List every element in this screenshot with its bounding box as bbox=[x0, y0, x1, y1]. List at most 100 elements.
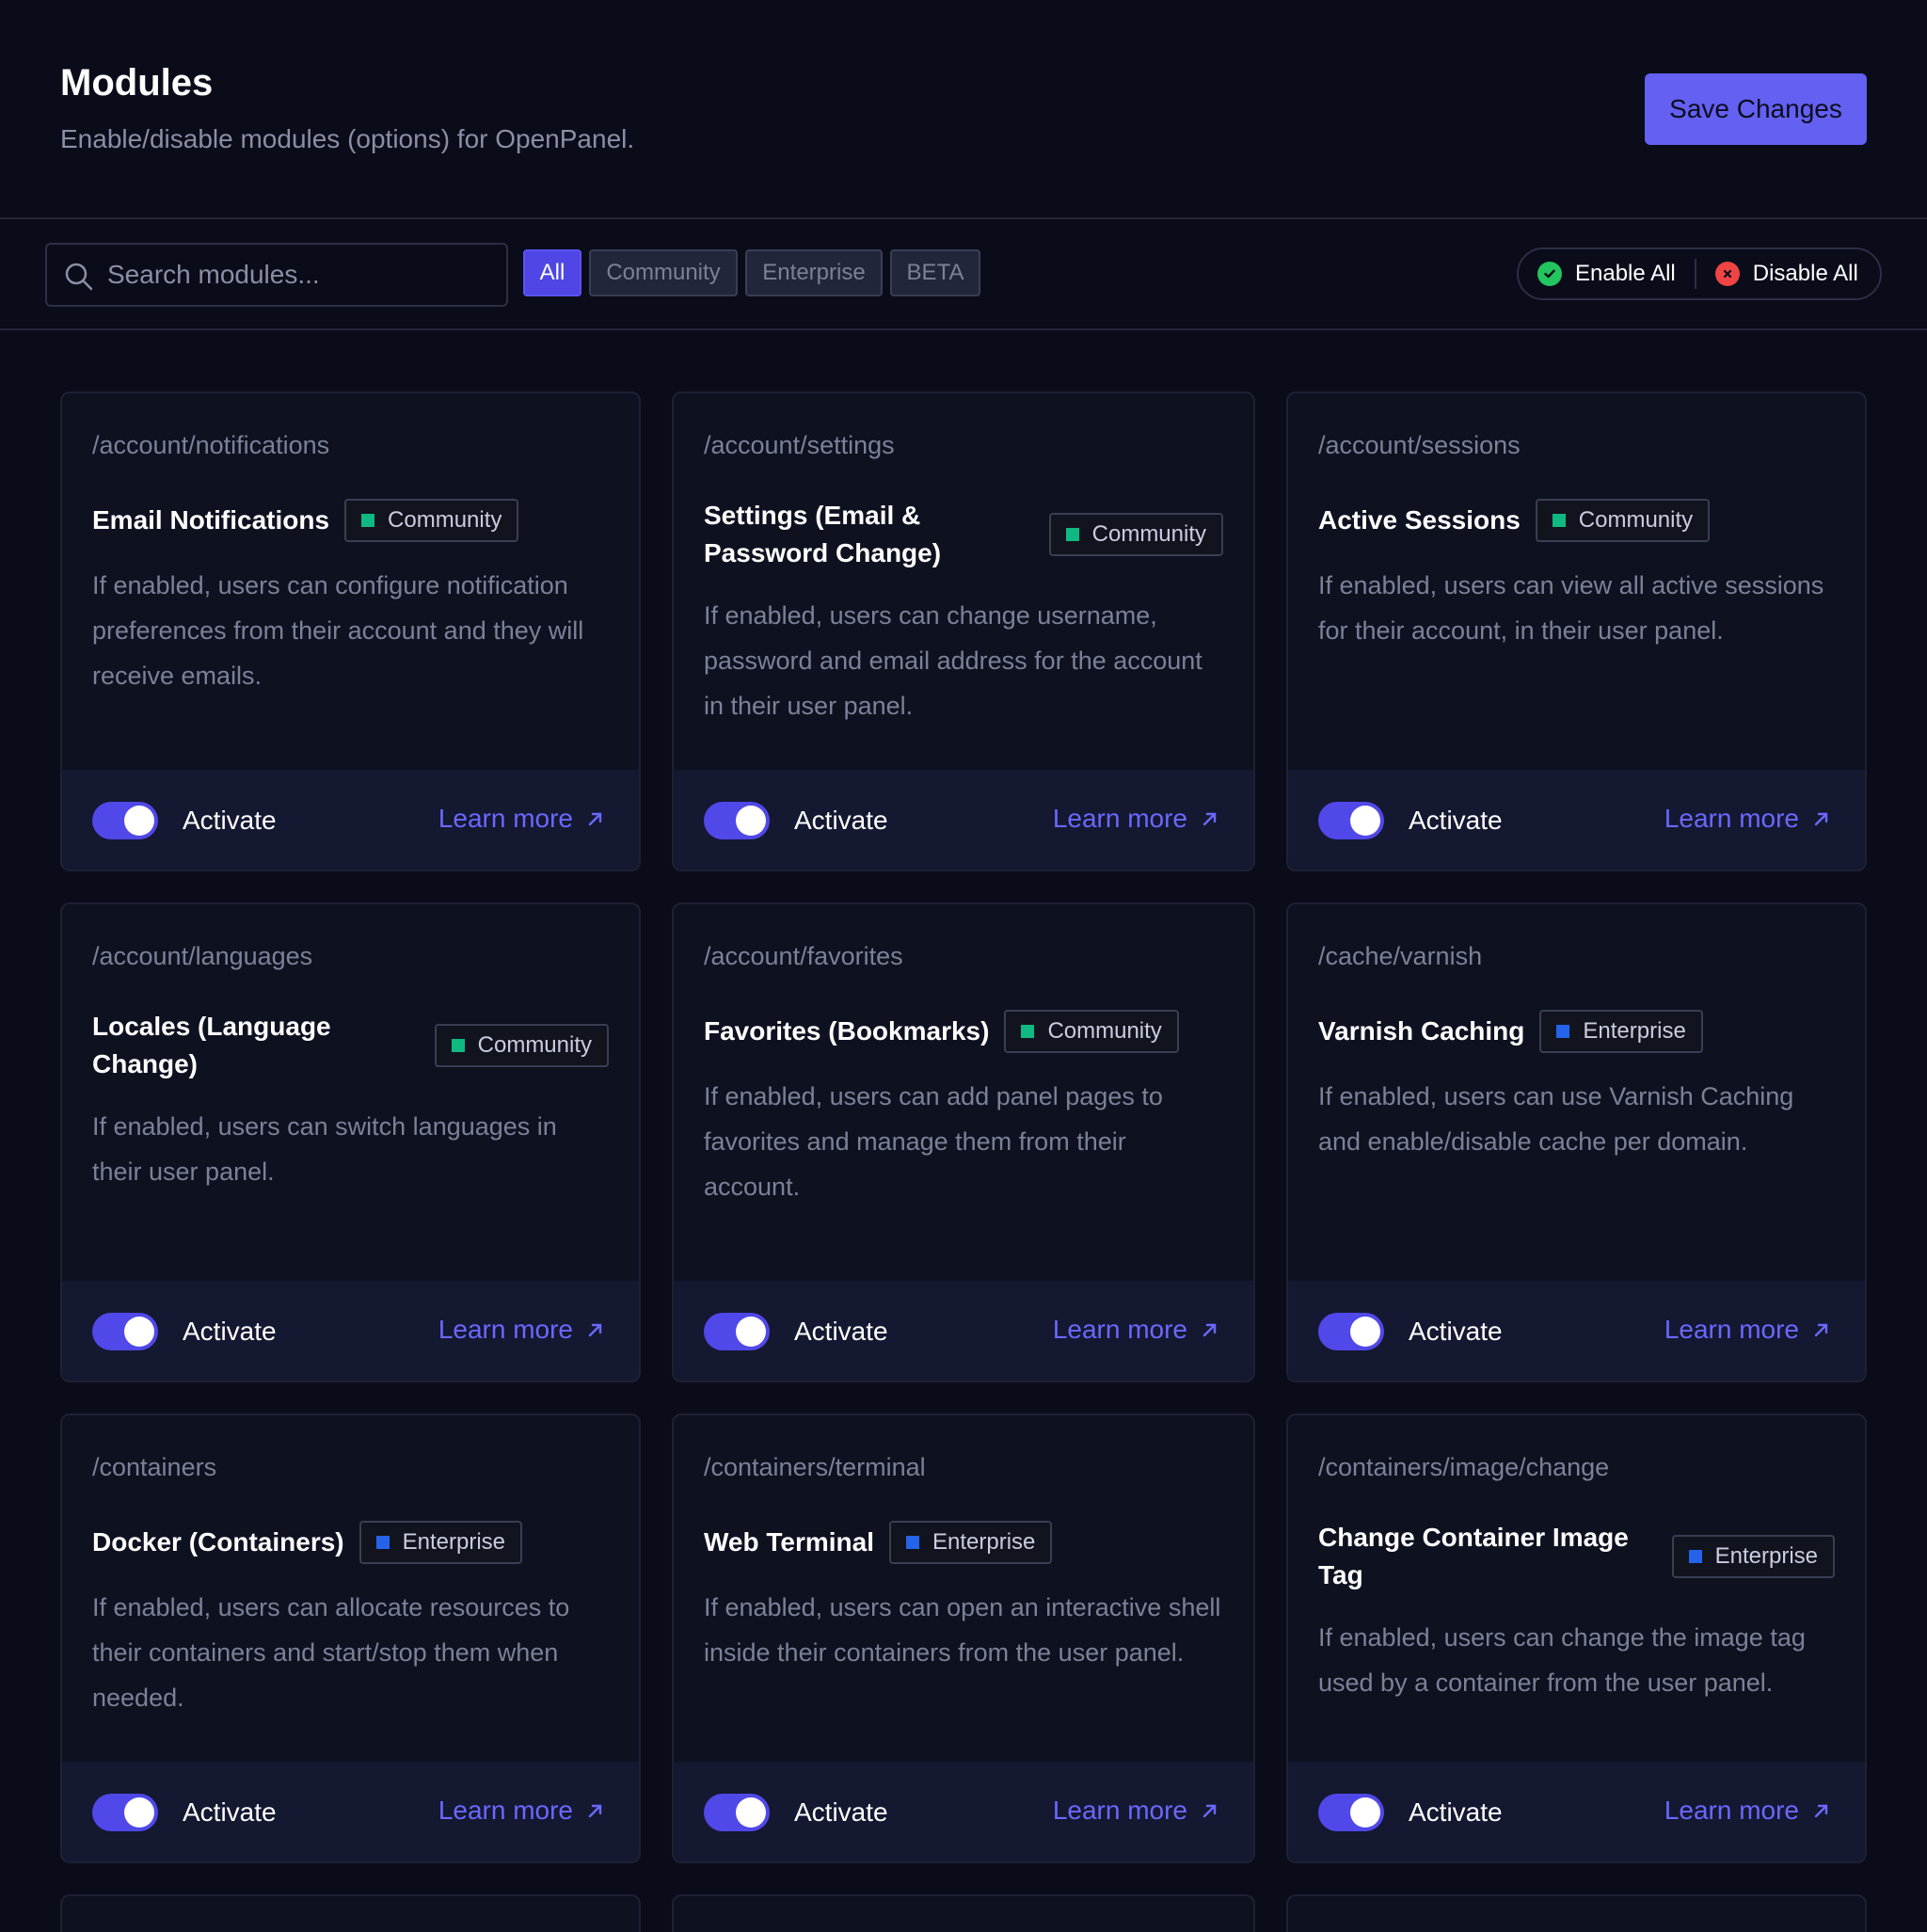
module-card: /containers Docker (Containers) Enterpri… bbox=[60, 1413, 641, 1863]
module-header: Change Container Image Tag Enterprise bbox=[1318, 1519, 1835, 1594]
module-badge: Enterprise bbox=[889, 1521, 1053, 1564]
toggle-knob bbox=[736, 1317, 766, 1347]
learn-more-label: Learn more bbox=[1052, 804, 1187, 833]
activate-toggle[interactable] bbox=[1318, 1313, 1384, 1350]
activate-label: Activate bbox=[1409, 1317, 1503, 1346]
enterprise-square-icon bbox=[906, 1536, 920, 1549]
divider bbox=[1694, 259, 1696, 289]
toggle-knob bbox=[1350, 806, 1380, 836]
save-changes-button[interactable]: Save Changes bbox=[1645, 73, 1867, 145]
module-card-partial bbox=[60, 1894, 641, 1932]
learn-more-link[interactable]: Learn more bbox=[1053, 1796, 1219, 1826]
module-card: /containers/terminal Web Terminal Enterp… bbox=[672, 1413, 1255, 1863]
badge-label: Enterprise bbox=[932, 1529, 1036, 1555]
module-description: If enabled, users can configure notifica… bbox=[92, 571, 584, 690]
enterprise-square-icon bbox=[1688, 1550, 1702, 1563]
module-title: Change Container Image Tag bbox=[1318, 1523, 1629, 1589]
disable-all-button[interactable]: Disable All bbox=[1714, 261, 1858, 287]
learn-more-label: Learn more bbox=[1052, 1315, 1187, 1344]
activate-toggle[interactable] bbox=[1318, 802, 1384, 839]
external-link-icon bbox=[588, 812, 602, 826]
module-footer: Activate Learn more bbox=[1288, 1281, 1865, 1381]
module-badge: Community bbox=[1004, 1010, 1179, 1053]
page-header: Modules Enable/disable modules (options)… bbox=[0, 0, 1927, 219]
badge-label: Community bbox=[388, 507, 502, 533]
module-title: Settings (Email & Password Change) bbox=[704, 501, 942, 567]
search-box[interactable] bbox=[45, 243, 508, 307]
module-header: Email Notifications Community bbox=[92, 499, 609, 542]
module-header: Favorites (Bookmarks) Community bbox=[704, 1010, 1223, 1053]
learn-more-link[interactable]: Learn more bbox=[1053, 1315, 1219, 1345]
external-link-icon bbox=[1814, 1804, 1828, 1818]
disable-all-label: Disable All bbox=[1752, 261, 1858, 286]
external-link-icon bbox=[1202, 812, 1217, 826]
community-square-icon bbox=[1552, 514, 1566, 527]
module-footer: Activate Learn more bbox=[674, 1762, 1253, 1861]
module-header: Settings (Email & Password Change) Commu… bbox=[704, 497, 1223, 572]
activate-label: Activate bbox=[794, 1317, 888, 1346]
badge-label: Enterprise bbox=[402, 1529, 506, 1555]
enable-all-button[interactable]: Enable All bbox=[1537, 261, 1676, 287]
module-title: Web Terminal bbox=[704, 1527, 875, 1557]
filter-all[interactable]: All bbox=[523, 249, 581, 296]
external-link-icon bbox=[1202, 1804, 1217, 1818]
learn-more-label: Learn more bbox=[438, 1796, 573, 1825]
activate-toggle[interactable] bbox=[92, 1794, 158, 1831]
module-path: /containers/terminal bbox=[704, 1453, 926, 1481]
activate-toggle[interactable] bbox=[704, 802, 770, 839]
toggle-knob bbox=[1350, 1317, 1380, 1347]
badge-label: Community bbox=[477, 1032, 592, 1058]
module-path: /cache/varnish bbox=[1318, 942, 1483, 970]
module-path: /account/sessions bbox=[1318, 431, 1521, 459]
module-card: /account/sessions Active Sessions Commun… bbox=[1286, 391, 1867, 871]
filter-community[interactable]: Community bbox=[589, 249, 738, 296]
filter-enterprise[interactable]: Enterprise bbox=[745, 249, 883, 296]
module-header: Locales (Language Change) Community bbox=[92, 1008, 609, 1083]
learn-more-link[interactable]: Learn more bbox=[438, 1796, 605, 1826]
learn-more-link[interactable]: Learn more bbox=[1664, 804, 1831, 834]
module-badge: Enterprise bbox=[1539, 1010, 1703, 1053]
activate-toggle[interactable] bbox=[1318, 1794, 1384, 1831]
module-card-partial bbox=[1286, 1894, 1867, 1932]
module-badge: Enterprise bbox=[1671, 1535, 1835, 1578]
external-link-icon bbox=[588, 1804, 602, 1818]
module-description: If enabled, users can use Varnish Cachin… bbox=[1318, 1082, 1794, 1156]
learn-more-link[interactable]: Learn more bbox=[438, 1315, 605, 1345]
activate-toggle[interactable] bbox=[92, 802, 158, 839]
learn-more-link[interactable]: Learn more bbox=[1664, 1315, 1831, 1345]
activate-toggle[interactable] bbox=[704, 1794, 770, 1831]
toggle-knob bbox=[736, 1797, 766, 1828]
learn-more-link[interactable]: Learn more bbox=[438, 804, 605, 834]
activate-label: Activate bbox=[1409, 1797, 1503, 1827]
badge-label: Community bbox=[1578, 507, 1694, 533]
community-square-icon bbox=[361, 514, 375, 527]
module-path: /account/settings bbox=[704, 431, 895, 459]
filter-beta[interactable]: BETA bbox=[890, 249, 980, 296]
check-circle-icon bbox=[1537, 262, 1562, 286]
module-card: /account/languages Locales (Language Cha… bbox=[60, 902, 641, 1382]
module-title: Favorites (Bookmarks) bbox=[704, 1016, 990, 1046]
module-card: /account/settings Settings (Email & Pass… bbox=[672, 391, 1255, 871]
learn-more-link[interactable]: Learn more bbox=[1664, 1796, 1831, 1826]
learn-more-link[interactable]: Learn more bbox=[1053, 804, 1219, 834]
module-header: Active Sessions Community bbox=[1318, 499, 1835, 542]
module-description: If enabled, users can change username, p… bbox=[704, 601, 1202, 720]
external-link-icon bbox=[1814, 1323, 1828, 1337]
module-footer: Activate Learn more bbox=[1288, 770, 1865, 870]
toolbar: All Community Enterprise BETA Enable All… bbox=[0, 221, 1927, 330]
community-square-icon bbox=[451, 1039, 465, 1052]
learn-more-label: Learn more bbox=[438, 1315, 573, 1344]
toggle-knob bbox=[124, 1797, 154, 1828]
module-description: If enabled, users can switch languages i… bbox=[92, 1112, 557, 1186]
module-description: If enabled, users can change the image t… bbox=[1318, 1623, 1806, 1697]
enterprise-square-icon bbox=[375, 1536, 390, 1549]
learn-more-label: Learn more bbox=[1664, 1315, 1799, 1344]
badge-label: Enterprise bbox=[1583, 1018, 1686, 1044]
activate-toggle[interactable] bbox=[704, 1313, 770, 1350]
module-card: /account/notifications Email Notificatio… bbox=[60, 391, 641, 871]
module-footer: Activate Learn more bbox=[1288, 1762, 1865, 1861]
activate-toggle[interactable] bbox=[92, 1313, 158, 1350]
module-title: Varnish Caching bbox=[1318, 1016, 1525, 1046]
external-link-icon bbox=[588, 1323, 602, 1337]
search-input[interactable] bbox=[107, 252, 484, 297]
